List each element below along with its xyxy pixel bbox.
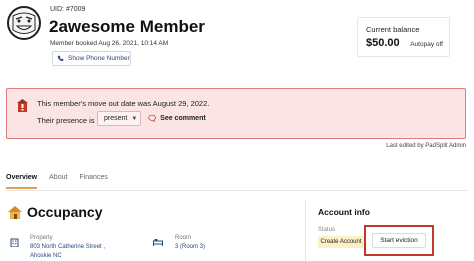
- status-label: Status: [318, 227, 336, 233]
- member-uid: UID: #7009: [50, 6, 86, 13]
- presence-label: Their presence is: [37, 116, 95, 125]
- member-booked-date: Member booked Aug 26, 2021, 10:14 AM: [50, 40, 169, 47]
- balance-card: Current balance $50.00 Autopay off: [357, 17, 450, 57]
- last-edited: Last edited by PadSplit Admin: [386, 143, 466, 149]
- chevron-down-icon: ▼: [131, 115, 138, 122]
- property-label: Property: [30, 235, 53, 241]
- tab-bar: Overview About Finances: [6, 174, 108, 189]
- see-comment-button[interactable]: 🗨 See comment: [147, 111, 206, 126]
- presence-select[interactable]: present ▼: [97, 111, 141, 126]
- comment-icon: 🗨: [147, 114, 158, 123]
- room-label: Room: [175, 235, 192, 241]
- house-icon: [8, 206, 22, 219]
- tab-finances[interactable]: Finances: [79, 174, 107, 189]
- property-address-line2[interactable]: Ahoskie NC: [30, 253, 62, 259]
- move-out-alert: This member's move out date was August 2…: [6, 88, 466, 139]
- member-name: 2awesome Member: [49, 17, 205, 36]
- show-phone-button[interactable]: Show Phone Number: [52, 51, 131, 66]
- property-address-line1[interactable]: 803 North Catherine Street ,: [30, 244, 105, 250]
- tab-about[interactable]: About: [49, 174, 67, 189]
- tab-overview[interactable]: Overview: [6, 174, 38, 189]
- status-badge: Create Account: [318, 236, 364, 248]
- alert-message: This member's move out date was August 2…: [37, 99, 210, 108]
- balance-amount: $50.00: [366, 37, 400, 49]
- bed-icon: [153, 239, 163, 246]
- presence-value: present: [104, 115, 128, 122]
- avatar: [7, 6, 41, 40]
- phone-icon: [57, 55, 64, 61]
- autopay-status: Autopay off: [410, 41, 443, 48]
- show-phone-label: Show Phone Number: [68, 55, 130, 62]
- room-value[interactable]: 3 (Room 3): [175, 244, 205, 250]
- section-divider: [305, 200, 306, 261]
- warning-house-icon: [17, 99, 28, 112]
- tabs-divider: [6, 190, 468, 191]
- see-comment-label: See comment: [160, 115, 206, 122]
- start-eviction-button[interactable]: Start eviction: [372, 233, 426, 248]
- building-icon: [10, 238, 19, 247]
- occupancy-title: Occupancy: [27, 204, 103, 220]
- account-info-title: Account info: [318, 207, 370, 217]
- balance-label: Current balance: [366, 25, 420, 34]
